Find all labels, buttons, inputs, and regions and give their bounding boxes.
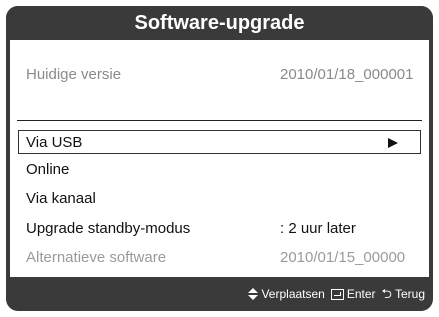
- updown-arrows-icon: [248, 288, 259, 300]
- hint-return-label: Terug: [394, 287, 425, 301]
- enter-icon: [330, 288, 344, 300]
- footer-hint-group: Verplaatsen Enter ⮌ Terug: [242, 277, 425, 311]
- dialog-panel: Huidige versie 2010/01/18_000001 Via USB…: [10, 40, 429, 277]
- menu-item-via-usb[interactable]: Via USB: [18, 130, 421, 154]
- footer-hints: Verplaatsen Enter ⮌ Terug: [6, 277, 433, 311]
- hint-move: Verplaatsen: [248, 277, 325, 311]
- hint-return: ⮌ Terug: [382, 277, 425, 311]
- menu-item-label: Upgrade standby-modus: [26, 220, 191, 237]
- dialog-title: Software-upgrade: [6, 6, 433, 40]
- menu-item-label: Via kanaal: [26, 190, 96, 207]
- menu-item-upgrade-standby-modus[interactable]: Upgrade standby-modus : 2 uur later: [18, 217, 421, 241]
- current-version-value: 2010/01/18_000001: [280, 66, 414, 83]
- hint-enter: Enter: [330, 277, 376, 311]
- menu-item-value: : 2 uur later: [280, 220, 356, 237]
- menu-item-alternatieve-software: Alternatieve software 2010/01/15_00000: [18, 246, 421, 270]
- hint-move-label: Verplaatsen: [261, 287, 325, 301]
- menu-item-value: 2010/01/15_00000: [280, 249, 406, 266]
- menu-item-label: Via USB: [26, 134, 83, 151]
- menu-item-label: Alternatieve software: [26, 249, 167, 266]
- divider: [17, 120, 422, 121]
- arrow-right-icon: [388, 138, 398, 148]
- menu-item-via-kanaal[interactable]: Via kanaal: [18, 187, 421, 211]
- hint-enter-label: Enter: [346, 287, 376, 301]
- software-upgrade-dialog: Software-upgrade Huidige versie 2010/01/…: [6, 6, 433, 311]
- menu-item-label: Online: [26, 161, 70, 178]
- current-version-label: Huidige versie: [26, 66, 122, 83]
- menu-item-online[interactable]: Online: [18, 158, 421, 182]
- return-icon: ⮌: [381, 286, 392, 302]
